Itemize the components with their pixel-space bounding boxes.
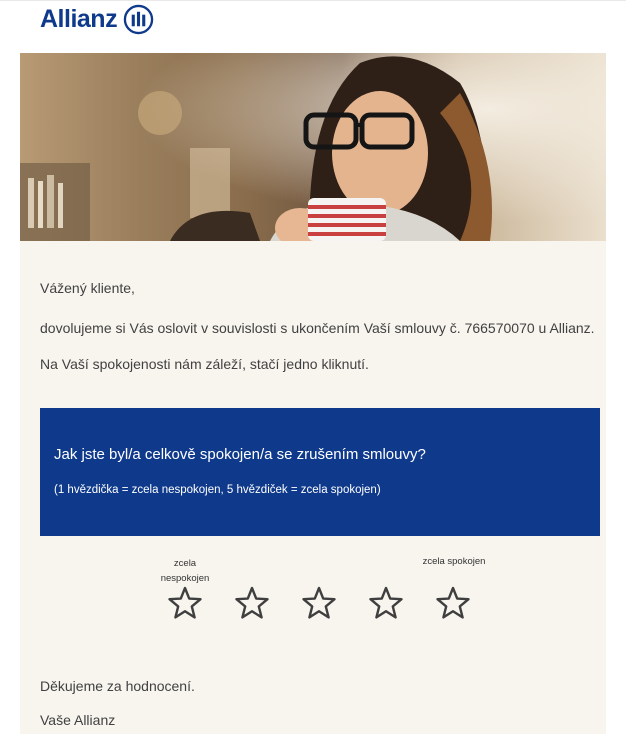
rating-label-high: zcela spokojen	[422, 556, 486, 567]
star-3-icon[interactable]	[301, 585, 337, 621]
star-rating	[167, 585, 471, 621]
signature: Vaše Allianz	[40, 712, 116, 728]
star-5-icon[interactable]	[435, 585, 471, 621]
greeting: Vážený kliente,	[40, 280, 135, 296]
hero-photo-illustration	[20, 53, 606, 241]
survey-hint: (1 hvězdička = zcela nespokojen, 5 hvězd…	[54, 484, 381, 496]
allianz-eagle-icon	[123, 4, 154, 35]
survey-question-box: Jak jste byl/a celkově spokojen/a se zru…	[40, 408, 600, 536]
rating-label-low: zcela nespokojen	[155, 556, 215, 586]
rating-label-low-line2: nespokojen	[160, 573, 210, 584]
intro-paragraph: dovolujeme si Vás oslovit v souvislosti …	[40, 320, 595, 336]
thanks-text: Děkujeme za hodnocení.	[40, 678, 195, 694]
star-4-icon[interactable]	[368, 585, 404, 621]
rating-label-low-line1: zcela	[173, 558, 197, 569]
survey-question: Jak jste byl/a celkově spokojen/a se zru…	[54, 446, 426, 463]
satisfaction-paragraph: Na Vaší spokojenosti nám záleží, stačí j…	[40, 356, 369, 372]
hero-image	[20, 53, 606, 241]
star-1-icon[interactable]	[167, 585, 203, 621]
star-2-icon[interactable]	[234, 585, 270, 621]
header: Allianz	[40, 4, 154, 35]
brand-logo-text[interactable]: Allianz	[40, 5, 118, 34]
top-border	[0, 0, 626, 1]
